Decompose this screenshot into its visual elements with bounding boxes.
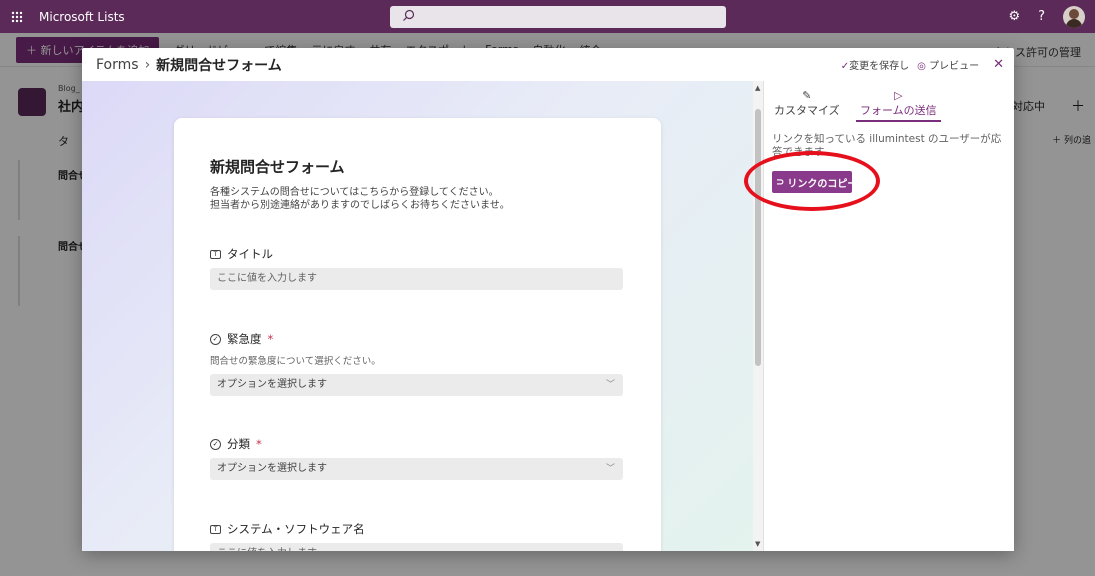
question-system-label[interactable]: T システム・ソフトウェア名 — [210, 521, 365, 537]
dialog-header: Forms › 新規問合せフォーム ✓変更を保存し ◎ プレビュー ✕ — [82, 48, 1014, 81]
settings-icon[interactable]: ⚙ — [1008, 9, 1020, 24]
scroll-up-icon[interactable]: ▲ — [755, 84, 760, 92]
help-icon[interactable]: ? — [1038, 9, 1045, 24]
page-title: 新規問合せフォーム — [156, 57, 282, 74]
breadcrumb-forms[interactable]: Forms — [96, 57, 139, 73]
chevron-down-icon: ﹀ — [605, 380, 615, 390]
search-icon — [402, 9, 415, 25]
breadcrumb-separator: › — [144, 56, 151, 73]
scroll-thumb[interactable] — [755, 109, 761, 366]
preview-button[interactable]: ◎ プレビュー — [917, 57, 979, 72]
form-scrollbar[interactable]: ▲ ▼ — [753, 81, 763, 551]
title-input[interactable]: ここに値を入力します — [210, 268, 623, 290]
app-name[interactable]: Microsoft Lists — [39, 10, 125, 24]
checkmark-icon: ✓ — [840, 61, 850, 72]
form-card: 新規問合せフォーム 各種システムの問合せについてはこちらから登録してください。 … — [174, 118, 661, 551]
question-category-label[interactable]: ✓ 分類 * — [210, 436, 262, 452]
search-box[interactable] — [390, 6, 726, 28]
urgency-select[interactable]: オプションを選択します ﹀ — [210, 374, 623, 396]
form-canvas: 新規問合せフォーム 各種システムの問合せについてはこちらから登録してください。 … — [82, 81, 753, 551]
scroll-down-icon[interactable]: ▼ — [755, 540, 760, 548]
question-urgency-label[interactable]: ✓ 緊急度 * — [210, 331, 273, 347]
tab-send-form[interactable]: ▷ フォームの送信 — [856, 89, 941, 122]
avatar[interactable] — [1063, 5, 1085, 28]
form-description[interactable]: 各種システムの問合せについてはこちらから登録してください。 担当者から別途連絡が… — [210, 186, 630, 212]
tab-customize[interactable]: ✎ カスタマイズ — [774, 89, 840, 118]
form-title[interactable]: 新規問合せフォーム — [210, 156, 345, 177]
close-icon[interactable]: ✕ — [993, 57, 1004, 72]
side-tabs: ✎ カスタマイズ ▷ フォームの送信 — [764, 89, 1015, 122]
annotation-circle — [744, 151, 880, 211]
forms-dialog: Forms › 新規問合せフォーム ✓変更を保存し ◎ プレビュー ✕ 新規問合… — [82, 48, 1014, 551]
send-icon: ▷ — [894, 89, 903, 102]
choice-icon: ✓ — [210, 333, 221, 345]
question-title-label[interactable]: T タイトル — [210, 246, 273, 262]
choice-icon: ✓ — [210, 438, 221, 450]
text-field-icon: T — [210, 249, 221, 259]
text-field-icon: T — [210, 524, 221, 534]
waffle-icon[interactable] — [0, 0, 33, 33]
category-select[interactable]: オプションを選択します ﹀ — [210, 458, 623, 480]
edit-icon: ✎ — [802, 89, 812, 102]
question-urgency-subtext: 問合せの緊急度について選択ください。 — [210, 356, 381, 367]
eye-icon: ◎ — [917, 61, 926, 72]
save-button[interactable]: ✓変更を保存し — [841, 57, 909, 72]
suite-bar: Microsoft Lists ⚙ ? — [0, 0, 1095, 33]
system-name-input[interactable]: ここに値を入力します — [210, 543, 623, 551]
chevron-down-icon: ﹀ — [605, 464, 615, 474]
